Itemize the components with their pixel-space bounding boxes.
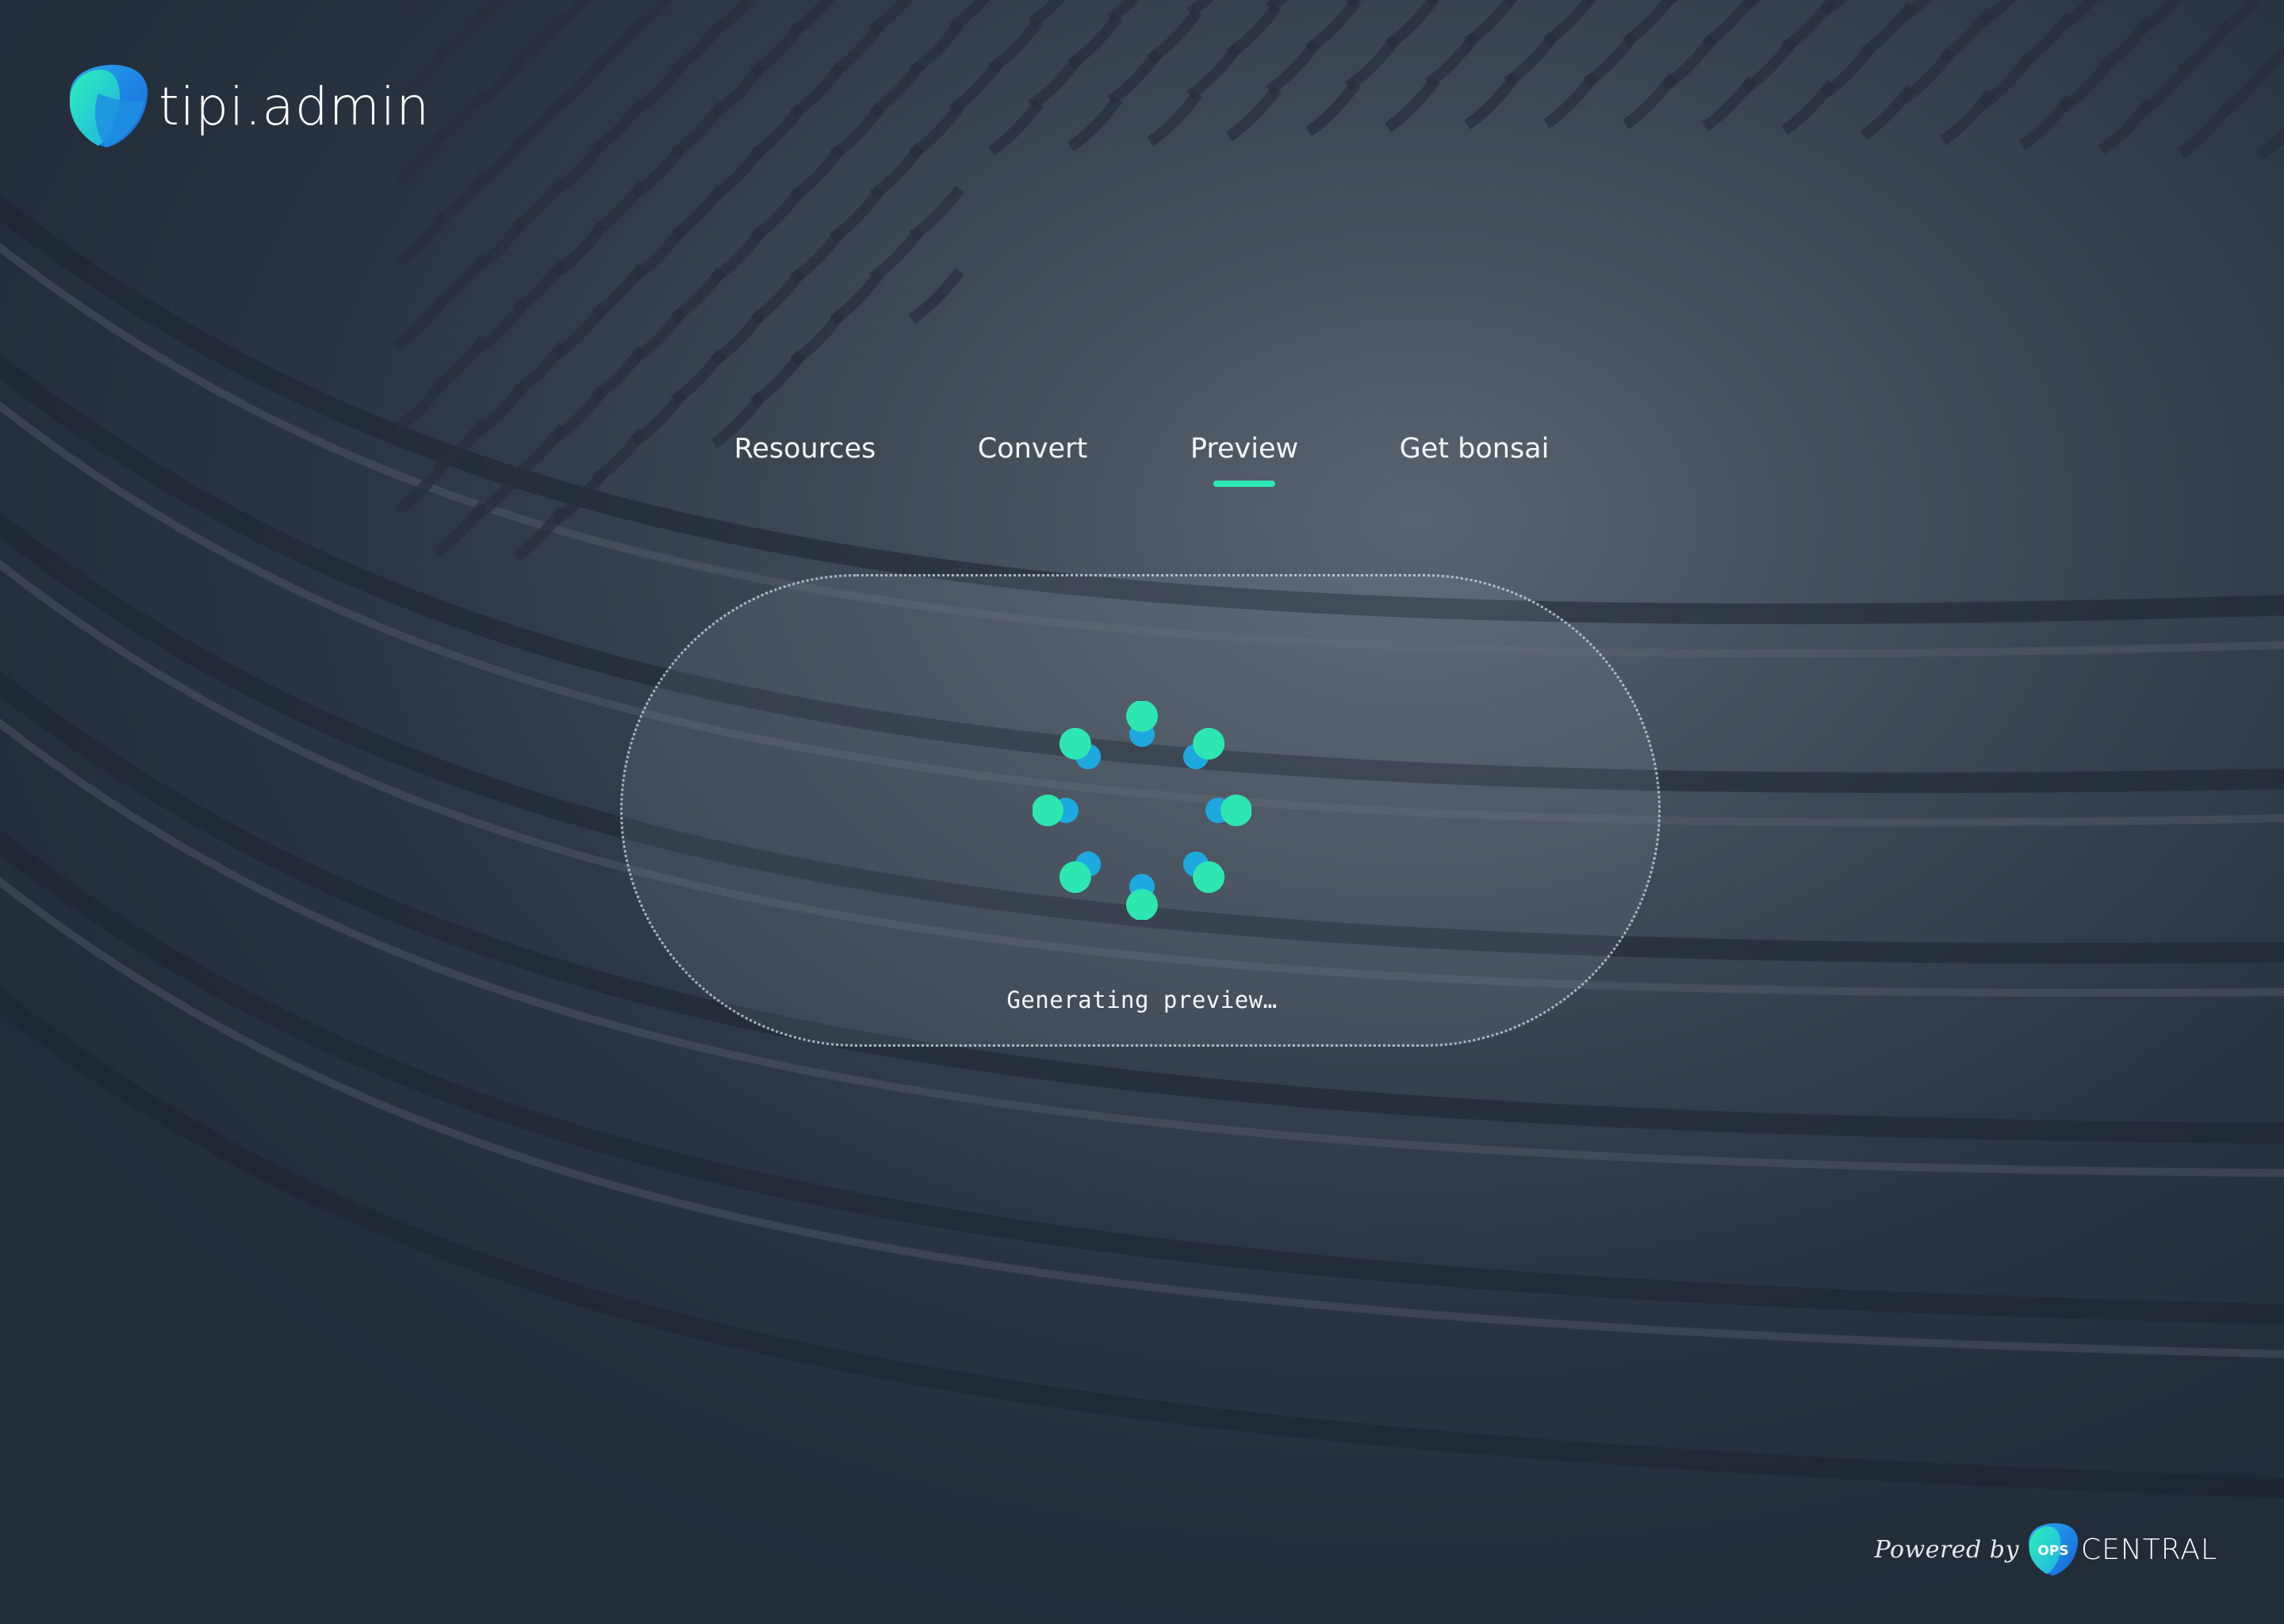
tipi-logo-icon xyxy=(69,64,148,147)
spinner-dot-outer xyxy=(1059,727,1091,760)
app-logo[interactable]: tipi.admin xyxy=(67,62,430,151)
nav-item-preview-label: Preview xyxy=(1190,433,1299,465)
nav-item-get-bonsai[interactable]: Get bonsai xyxy=(1400,425,1550,473)
spinner-dot-outer xyxy=(1033,795,1063,826)
ops-badge-text: OPS xyxy=(2037,1543,2068,1559)
brand-name: CENTRAL xyxy=(2080,1533,2217,1566)
loading-spinner-icon xyxy=(1033,701,1251,920)
ops-central-logo-icon: OPS xyxy=(2028,1522,2079,1576)
nav-item-convert[interactable]: Convert xyxy=(978,425,1087,473)
active-tab-indicator xyxy=(1213,481,1275,487)
main-nav: Resources Convert Preview Get bonsai xyxy=(0,425,2284,496)
spinner-dot-outer xyxy=(1126,889,1158,920)
preview-status-text: Generating preview… xyxy=(1006,986,1278,1013)
app-name: tipi.admin xyxy=(159,75,431,137)
spinner-dot-outer xyxy=(1193,861,1225,894)
footer-branding[interactable]: Powered by OPS CENTRAL xyxy=(1875,1521,2218,1578)
powered-by-label: Powered by xyxy=(1874,1535,2019,1564)
spinner-dot-outer xyxy=(1126,701,1158,732)
nav-item-preview[interactable]: Preview xyxy=(1190,425,1299,487)
spinner-dot-outer xyxy=(1059,861,1091,894)
spinner-dot-outer xyxy=(1221,795,1251,826)
nav-item-resources[interactable]: Resources xyxy=(734,425,876,473)
spinner-dot-outer xyxy=(1193,727,1225,760)
